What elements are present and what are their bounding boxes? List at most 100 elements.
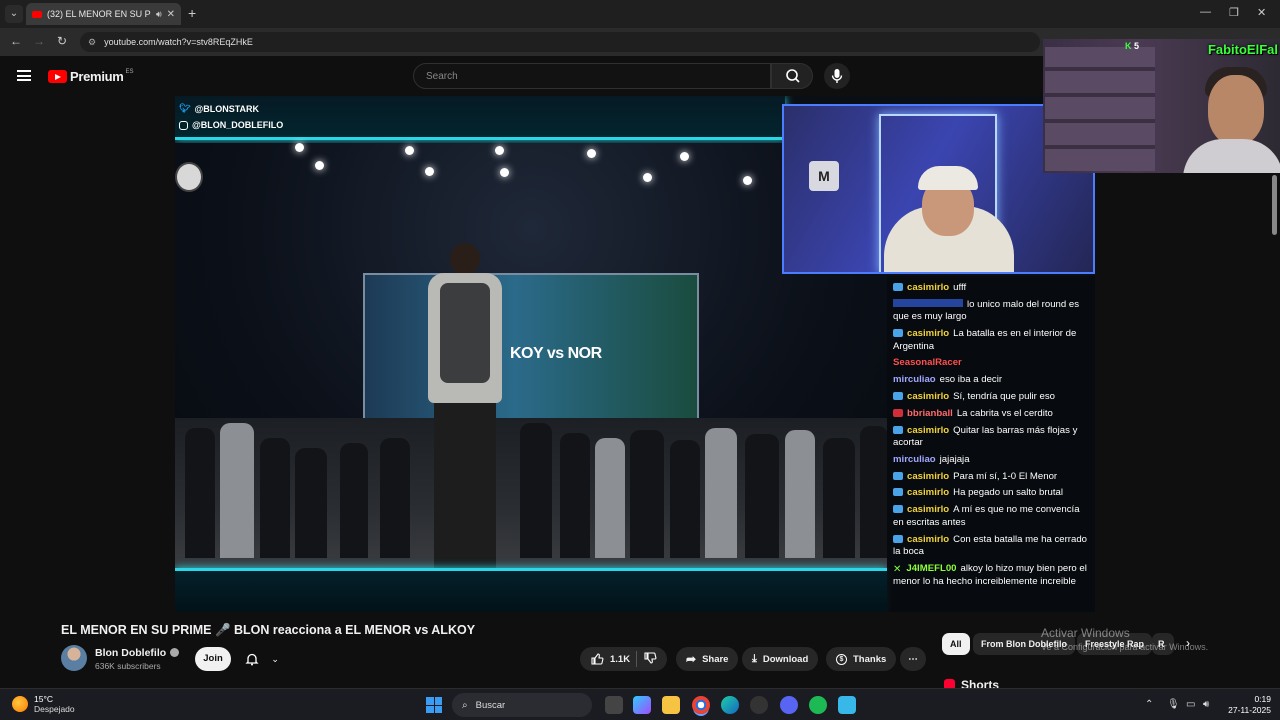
new-tab-button[interactable]: +	[188, 5, 196, 21]
clock-time: 0:19	[1254, 694, 1271, 704]
url-text: youtube.com/watch?v=stv8REqZHkE	[104, 37, 253, 47]
search-button[interactable]	[771, 63, 813, 89]
facecam-name: FabitoElFal	[1207, 42, 1278, 57]
chat-message: ✕ J4IMEFL00 alkoy lo hizo muy bien pero el…	[893, 563, 1089, 589]
more-actions-button[interactable]: ⋯	[900, 647, 926, 671]
chat-username-redacted	[893, 298, 963, 307]
chat-badge-icon	[893, 283, 903, 291]
windows-activation-subtitle: Ve a Configuración para activar Windows.	[1041, 642, 1209, 652]
youtube-favicon-icon	[32, 10, 42, 18]
m-logo-icon: M	[809, 161, 839, 191]
chat-message: casimirlo A mí es que no me convencía en …	[893, 504, 1089, 529]
page-scrollbar[interactable]	[1272, 175, 1277, 235]
weather-condition: Despejado	[34, 704, 75, 714]
chat-badge-icon: ✕	[893, 563, 902, 575]
discord-icon[interactable]	[780, 696, 798, 714]
chat-message: casimirlo Para mí sí, 1-0 El Menor	[893, 471, 1089, 484]
tab-list-button[interactable]: ⌄	[5, 5, 23, 23]
minimize-icon[interactable]: —	[1200, 6, 1211, 18]
file-explorer-icon[interactable]	[662, 696, 680, 714]
thanks-button[interactable]: $ Thanks	[826, 647, 897, 671]
share-icon: ➦	[686, 652, 697, 666]
speaker-icon[interactable]: 🔊︎	[156, 9, 162, 20]
chat-text: Para mí sí, 1-0 El Menor	[953, 470, 1058, 482]
copilot-icon[interactable]	[633, 696, 651, 714]
channel-avatar[interactable]	[61, 645, 87, 671]
chat-username: casimirlo	[907, 487, 950, 499]
close-tab-icon[interactable]: ✕	[167, 9, 175, 20]
chevron-down-icon: ⌄	[271, 653, 279, 664]
chat-message: lo unico malo del round es que es muy la…	[893, 298, 1089, 324]
back-icon[interactable]: ←	[10, 34, 22, 48]
browser-tab-bar: ⌄ (32) EL MENOR EN SU PRIME 🔊︎ ✕ + — ❐ ✕	[0, 0, 1280, 28]
twitter-handle: 🐦︎ @BLONSTARK	[179, 103, 260, 114]
youtube-logo[interactable]: Premium ES	[48, 69, 134, 84]
performer	[420, 243, 510, 573]
taskbar-clock[interactable]: 0:19 27-11-2025	[1223, 694, 1271, 716]
youtube-play-icon	[48, 70, 67, 83]
chat-username: J4IMEFL00	[906, 562, 957, 574]
video-bottom-banner	[175, 568, 887, 612]
search-input[interactable]: Search	[413, 63, 771, 89]
chat-message: casimirlo Ha pegado un salto brutal	[893, 487, 1089, 500]
chrome-icon[interactable]	[692, 696, 710, 714]
browser-tab[interactable]: (32) EL MENOR EN SU PRIME 🔊︎ ✕	[26, 3, 181, 25]
spotify-icon[interactable]	[809, 696, 827, 714]
more-icon: ⋯	[908, 653, 918, 665]
weather-widget[interactable]: 15°C Despejado	[12, 694, 75, 714]
chat-username: casimirlo	[907, 390, 950, 402]
channel-name[interactable]: Blon Doblefilo	[95, 647, 180, 659]
chat-text: jajajaja	[939, 453, 970, 465]
chat-username: mirculiao	[893, 374, 936, 386]
download-icon: ⤓	[752, 652, 757, 665]
notifications-button[interactable]: ⌄	[239, 647, 285, 671]
chat-username: casimirlo	[907, 424, 950, 436]
menu-icon[interactable]	[17, 70, 31, 81]
join-button[interactable]: Join	[195, 647, 231, 671]
country-code: ES	[125, 68, 134, 75]
microphone-icon	[831, 69, 843, 83]
video-title: EL MENOR EN SU PRIME 🎤 BLON reacciona a …	[61, 623, 476, 637]
notepad-icon[interactable]	[838, 696, 856, 714]
tray-volume-icon[interactable]: 🔊︎	[1203, 699, 1209, 710]
like-dislike-group: 1.1K	[580, 647, 668, 671]
thumbs-down-icon	[644, 651, 657, 664]
clock-date: 27-11-2025	[1228, 705, 1271, 715]
chat-message: mirculiao jajajaja	[893, 454, 1089, 467]
chat-text: La cabrita vs el cerdito	[956, 407, 1053, 419]
chat-badge-icon	[893, 425, 903, 434]
url-field[interactable]: ⚙ youtube.com/watch?v=stv8REqZHkE	[80, 32, 1040, 52]
chat-username: casimirlo	[907, 533, 950, 545]
download-button[interactable]: ⤓ Download	[742, 647, 819, 671]
chat-overlay: casimirlo ufff lo unico malo del round es …	[887, 276, 1095, 612]
like-button[interactable]: 1.1K	[590, 652, 630, 666]
reload-icon[interactable]: ↻	[57, 34, 67, 48]
windows-taskbar: 15°C Despejado ⌕ Buscar ⌃ 🎙︎ ▭ 🔊︎ 0:19 2…	[0, 688, 1280, 720]
weather-icon	[12, 696, 28, 712]
windows-activation-title: Activar Windows	[1041, 626, 1130, 640]
voice-search-button[interactable]	[824, 63, 850, 89]
maximize-icon[interactable]: ❐	[1229, 6, 1239, 19]
chat-badge-icon	[893, 391, 903, 400]
tray-chevron-icon[interactable]: ⌃	[1145, 699, 1153, 710]
forward-icon[interactable]: →	[33, 34, 45, 48]
dislike-button[interactable]	[643, 651, 657, 668]
chat-username: bbrianball	[907, 407, 953, 419]
video-player[interactable]: 🐦︎@BLONSTARK @BLON_DOBLEFILO KOY vs NOR	[175, 96, 1095, 612]
windows-start-icon[interactable]	[426, 697, 442, 713]
edge-icon[interactable]	[721, 696, 739, 714]
taskbar-search[interactable]: ⌕ Buscar	[452, 693, 592, 717]
chat-text: eso iba a decir	[939, 374, 1003, 386]
close-window-icon[interactable]: ✕	[1257, 6, 1266, 19]
chat-username: casimirlo	[907, 282, 950, 293]
task-view-icon[interactable]	[605, 696, 623, 714]
tray-network-icon[interactable]: ▭	[1186, 699, 1195, 710]
share-button[interactable]: ➦ Share	[676, 647, 739, 671]
bell-icon	[245, 653, 259, 666]
site-info-icon[interactable]: ⚙	[88, 37, 96, 48]
chat-username: casimirlo	[907, 470, 950, 482]
chat-badge-icon	[893, 408, 903, 417]
chip-all[interactable]: All	[942, 633, 970, 655]
tray-mic-icon[interactable]: 🎙︎	[1167, 699, 1180, 710]
steam-icon[interactable]	[750, 696, 768, 714]
